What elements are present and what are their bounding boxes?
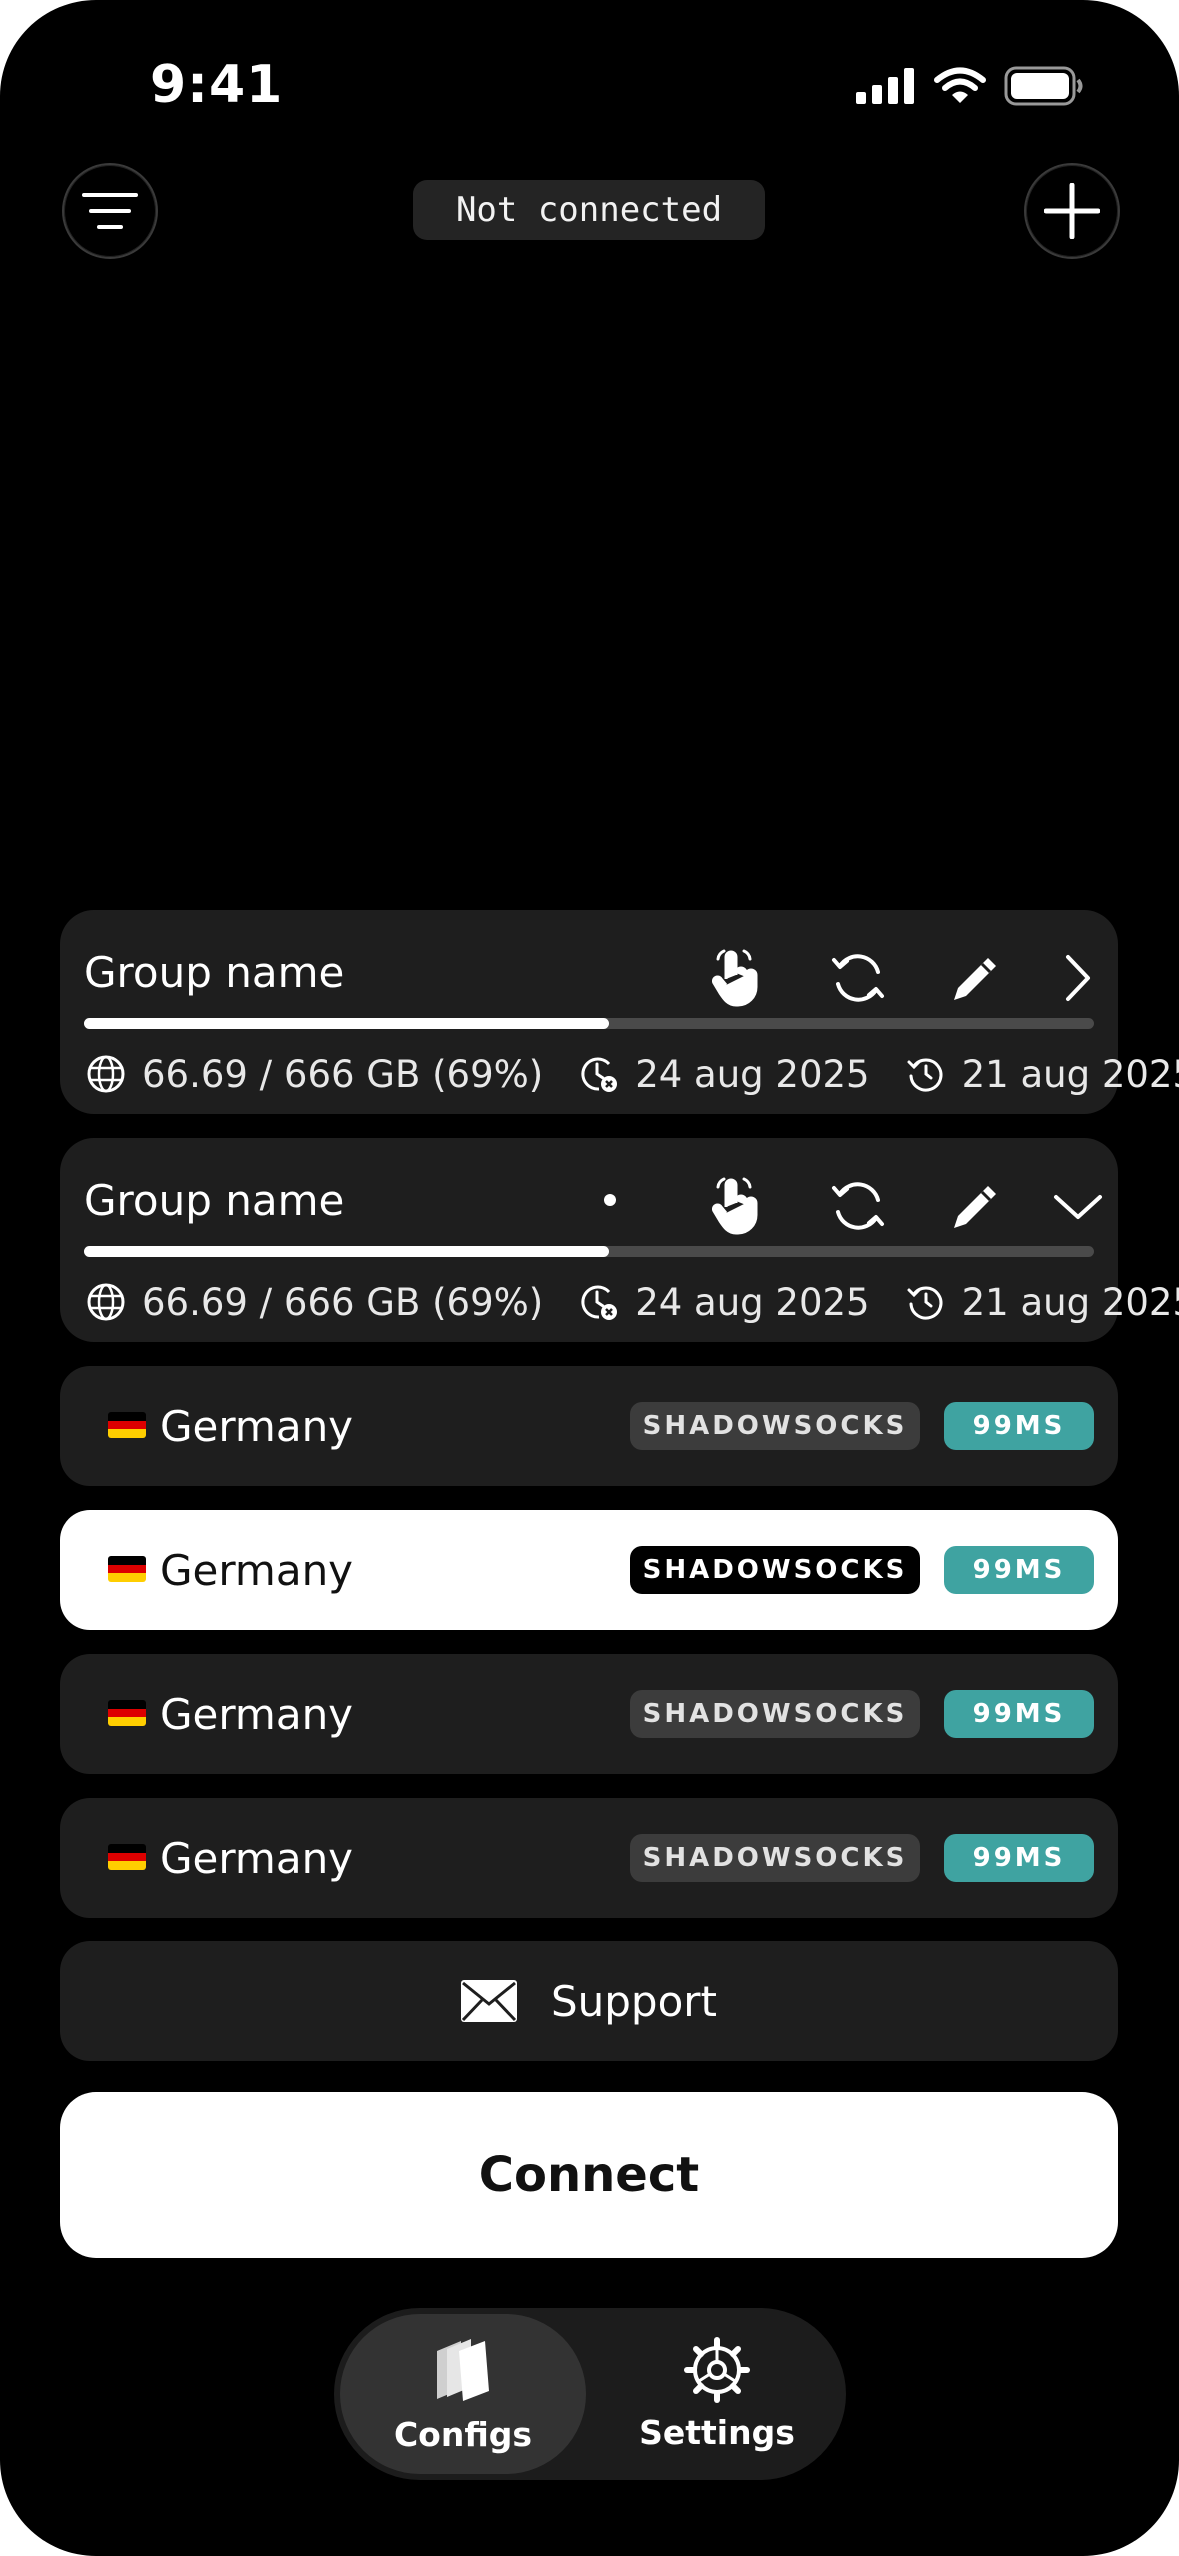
server-country: Germany [160, 1690, 354, 1739]
support-button[interactable]: Support [60, 1941, 1118, 2061]
mail-icon [460, 1980, 517, 2022]
app-screen: 9:41 Not connected Group name 66.69 / 66… [0, 0, 1179, 2556]
chevron-down-icon [1054, 1195, 1102, 1219]
plus-icon [1044, 183, 1100, 239]
expire-clock-icon [577, 1280, 621, 1324]
protocol-badge: SHADOWSOCKS [630, 1690, 920, 1738]
refresh-icon [832, 954, 884, 1002]
protocol-badge: SHADOWSOCKS [630, 1402, 920, 1450]
open-group-button[interactable] [1038, 938, 1118, 1018]
active-dot [604, 1194, 616, 1206]
server-row[interactable]: Germany SHADOWSOCKS 99MS [60, 1366, 1118, 1486]
germany-flag-icon [108, 1700, 146, 1726]
expire-date: 24 aug 2025 [635, 1052, 870, 1096]
hand-pointer-icon [712, 1177, 758, 1235]
status-icons [856, 66, 1084, 106]
usage-text: 66.69 / 666 GB (69%) [142, 1052, 544, 1096]
support-label: Support [550, 1976, 718, 2026]
connection-status: Not connected [413, 180, 765, 240]
group-card[interactable]: Group name 66.69 / 666 GB (69%) 24 aug 2… [60, 910, 1179, 1114]
expire-clock-icon [577, 1052, 621, 1096]
group-meta: 66.69 / 666 GB (69%) 24 aug 2025 21 aug … [84, 1272, 1179, 1332]
germany-flag-icon [108, 1412, 146, 1438]
wifi-icon [934, 67, 986, 103]
tab-bar: Configs Settings [334, 2308, 846, 2480]
tab-label: Configs [393, 2414, 533, 2454]
connect-button[interactable]: Connect [60, 2092, 1118, 2258]
globe-icon [84, 1052, 128, 1096]
filter-icon [82, 193, 138, 229]
collapse-group-button[interactable] [1038, 1166, 1118, 1246]
germany-flag-icon [108, 1556, 146, 1582]
group-meta: 66.69 / 666 GB (69%) 24 aug 2025 21 aug … [84, 1044, 1179, 1104]
tab-label: Settings [639, 2412, 795, 2452]
gear-icon [684, 2336, 750, 2403]
pencil-icon [954, 958, 996, 1000]
usage-progress-bar [84, 1246, 1094, 1257]
ping-badge: 99MS [944, 1546, 1094, 1594]
group-card[interactable]: Group name 66.69 / 666 GB (69%) 24 aug 2… [60, 1138, 1179, 1342]
group-name: Group name [84, 1176, 345, 1225]
germany-flag-icon [108, 1844, 146, 1870]
server-country: Germany [160, 1546, 354, 1595]
pencil-icon [954, 1186, 996, 1228]
protocol-badge: SHADOWSOCKS [630, 1546, 920, 1594]
usage-progress-fill [84, 1246, 610, 1257]
tap-select-button[interactable] [698, 1166, 778, 1246]
usage-progress-fill [84, 1018, 610, 1029]
server-row[interactable]: Germany SHADOWSOCKS 99MS [60, 1654, 1118, 1774]
group-name: Group name [84, 948, 345, 997]
refresh-button[interactable] [818, 938, 898, 1018]
tab-configs[interactable]: Configs [340, 2314, 586, 2474]
add-config-button[interactable] [1024, 163, 1120, 259]
configs-icon [437, 2338, 489, 2401]
usage-text: 66.69 / 666 GB (69%) [142, 1280, 544, 1324]
server-row-selected[interactable]: Germany SHADOWSOCKS 99MS [60, 1510, 1118, 1630]
history-icon [904, 1052, 948, 1096]
tab-settings[interactable]: Settings [594, 2314, 840, 2474]
ping-badge: 99MS [944, 1690, 1094, 1738]
refresh-icon [832, 1182, 884, 1230]
server-country: Germany [160, 1402, 354, 1451]
status-time: 9:41 [150, 55, 284, 115]
globe-icon [84, 1280, 128, 1324]
cellular-signal-icon [856, 68, 914, 104]
hand-pointer-icon [712, 949, 758, 1007]
edit-button[interactable] [936, 1166, 1016, 1246]
chevron-right-icon [1066, 955, 1090, 1001]
tap-select-button[interactable] [698, 938, 778, 1018]
server-row[interactable]: Germany SHADOWSOCKS 99MS [60, 1798, 1118, 1918]
edit-button[interactable] [936, 938, 1016, 1018]
filter-button[interactable] [62, 163, 158, 259]
battery-icon [1004, 66, 1083, 106]
server-country: Germany [160, 1834, 354, 1883]
updated-date: 21 aug 2025 [961, 1052, 1179, 1096]
expire-date: 24 aug 2025 [635, 1280, 870, 1324]
history-icon [904, 1280, 948, 1324]
usage-progress-bar [84, 1018, 1094, 1029]
refresh-button[interactable] [818, 1166, 898, 1246]
updated-date: 21 aug 2025 [961, 1280, 1179, 1324]
ping-badge: 99MS [944, 1834, 1094, 1882]
protocol-badge: SHADOWSOCKS [630, 1834, 920, 1882]
ping-badge: 99MS [944, 1402, 1094, 1450]
